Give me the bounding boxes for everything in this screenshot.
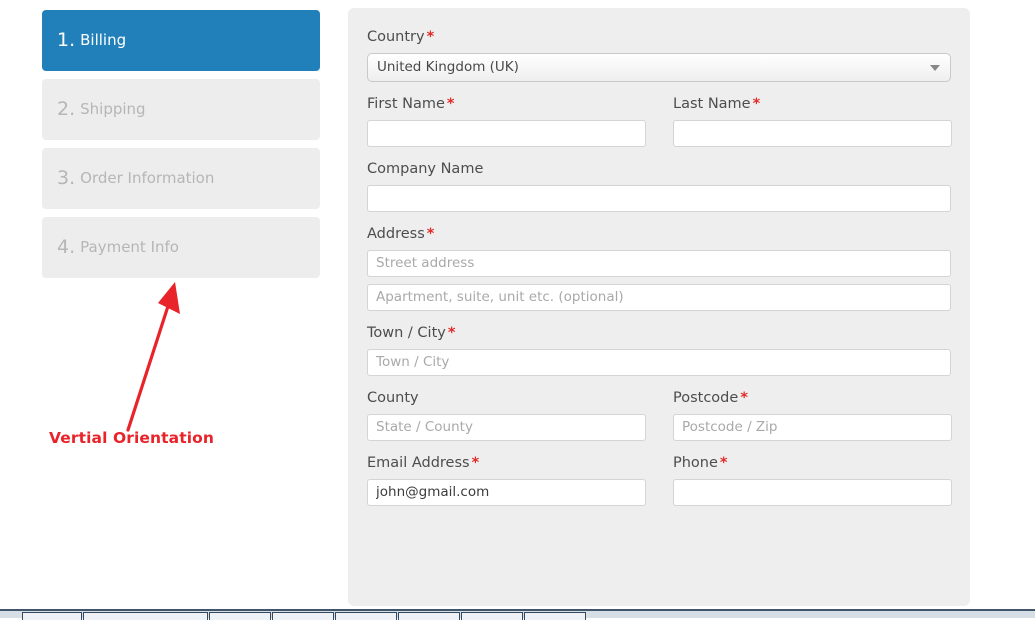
required-asterisk: * bbox=[446, 95, 455, 112]
billing-form-panel: Country * United Kingdom (UK) First Name *… bbox=[348, 8, 970, 606]
step-label: Shipping bbox=[80, 100, 146, 118]
chevron-down-icon[interactable] bbox=[930, 64, 940, 71]
email-phone-row: Email Address* Phone* bbox=[367, 454, 952, 506]
required-asterisk: * bbox=[471, 454, 480, 471]
last-name-label: Last Name * bbox=[673, 95, 952, 113]
phone-label: Phone * bbox=[673, 454, 952, 472]
required-asterisk: * bbox=[447, 324, 456, 341]
required-asterisk: * bbox=[752, 95, 761, 112]
step-label: Order Information bbox=[80, 169, 215, 187]
phone-input[interactable] bbox=[673, 478, 952, 506]
email-input[interactable] bbox=[367, 478, 646, 506]
annotation-arrow-icon bbox=[126, 282, 180, 432]
postcode-input[interactable] bbox=[673, 413, 952, 441]
taskbar-strip bbox=[0, 609, 1035, 620]
county-input[interactable] bbox=[367, 413, 646, 441]
last-name-input[interactable] bbox=[673, 119, 952, 147]
town-city-input[interactable] bbox=[367, 348, 951, 376]
email-label-text: Email Address bbox=[367, 454, 470, 471]
field-phone: Phone * bbox=[673, 454, 952, 506]
company-name-label: Company Name bbox=[367, 160, 951, 178]
first-name-label: First Name * bbox=[367, 95, 646, 113]
required-asterisk: * bbox=[719, 454, 728, 471]
country-label: Country * bbox=[367, 29, 951, 46]
country-label-text: Country bbox=[367, 29, 425, 45]
step-number: 4. bbox=[57, 236, 76, 258]
address-line1-input[interactable] bbox=[367, 249, 951, 277]
field-county: County bbox=[367, 389, 646, 441]
required-asterisk: * bbox=[426, 225, 435, 242]
field-postcode: Postcode * bbox=[673, 389, 952, 441]
town-city-label-text: Town / City bbox=[367, 324, 446, 341]
postcode-label-text: Postcode bbox=[673, 389, 739, 406]
step-label: Payment Info bbox=[80, 238, 179, 256]
taskbar-item[interactable] bbox=[22, 612, 82, 620]
checkout-steps-sidebar: 1. Billing 2. Shipping 3. Order Informat… bbox=[42, 10, 320, 286]
required-asterisk: * bbox=[740, 389, 748, 406]
field-email: Email Address * bbox=[367, 454, 646, 506]
field-country: Country * United Kingdom (UK) bbox=[367, 29, 951, 82]
field-town-city: Town / City * bbox=[367, 324, 951, 376]
address-line2-input[interactable] bbox=[367, 283, 951, 311]
field-address: Address * bbox=[367, 225, 951, 311]
county-postcode-row: County Postcode* bbox=[367, 389, 952, 441]
sidebar-item-shipping[interactable]: 2. Shipping bbox=[42, 79, 320, 140]
town-city-label: Town / City * bbox=[367, 324, 951, 342]
taskbar-item[interactable] bbox=[209, 612, 271, 620]
company-name-input[interactable] bbox=[367, 184, 951, 212]
taskbar-item[interactable] bbox=[335, 612, 397, 620]
step-number: 2. bbox=[57, 98, 76, 120]
field-company-name: Company Name bbox=[367, 160, 951, 212]
required-asterisk: * bbox=[426, 29, 435, 45]
taskbar-item[interactable] bbox=[524, 612, 586, 620]
taskbar-item[interactable] bbox=[461, 612, 523, 620]
county-label: County bbox=[367, 389, 646, 407]
taskbar-item[interactable] bbox=[83, 612, 208, 620]
first-name-input[interactable] bbox=[367, 119, 646, 147]
company-name-label-text: Company Name bbox=[367, 160, 484, 177]
email-label: Email Address * bbox=[367, 454, 646, 472]
address-label-text: Address bbox=[367, 225, 425, 242]
sidebar-item-order-information[interactable]: 3. Order Information bbox=[42, 148, 320, 209]
name-row: First Name * Last Name * bbox=[367, 95, 952, 147]
taskbar-item[interactable] bbox=[272, 612, 334, 620]
field-first-name: First Name * bbox=[367, 95, 646, 147]
step-label: Billing bbox=[80, 31, 127, 49]
address-label: Address * bbox=[367, 225, 951, 243]
country-select-value[interactable]: United Kingdom (UK) bbox=[367, 52, 951, 82]
field-last-name: Last Name * bbox=[673, 95, 952, 147]
county-label-text: County bbox=[367, 389, 419, 406]
phone-label-text: Phone bbox=[673, 454, 718, 471]
step-number: 1. bbox=[57, 29, 76, 51]
annotation-label: Vertial Orientation bbox=[49, 429, 215, 447]
country-select[interactable]: United Kingdom (UK) bbox=[367, 52, 951, 82]
sidebar-item-billing[interactable]: 1. Billing bbox=[42, 10, 320, 71]
sidebar-item-payment-info[interactable]: 4. Payment Info bbox=[42, 217, 320, 278]
last-name-label-text: Last Name bbox=[673, 95, 751, 112]
first-name-label-text: First Name bbox=[367, 95, 445, 112]
postcode-label: Postcode * bbox=[673, 389, 952, 407]
taskbar-item[interactable] bbox=[398, 612, 460, 620]
step-number: 3. bbox=[57, 167, 76, 189]
